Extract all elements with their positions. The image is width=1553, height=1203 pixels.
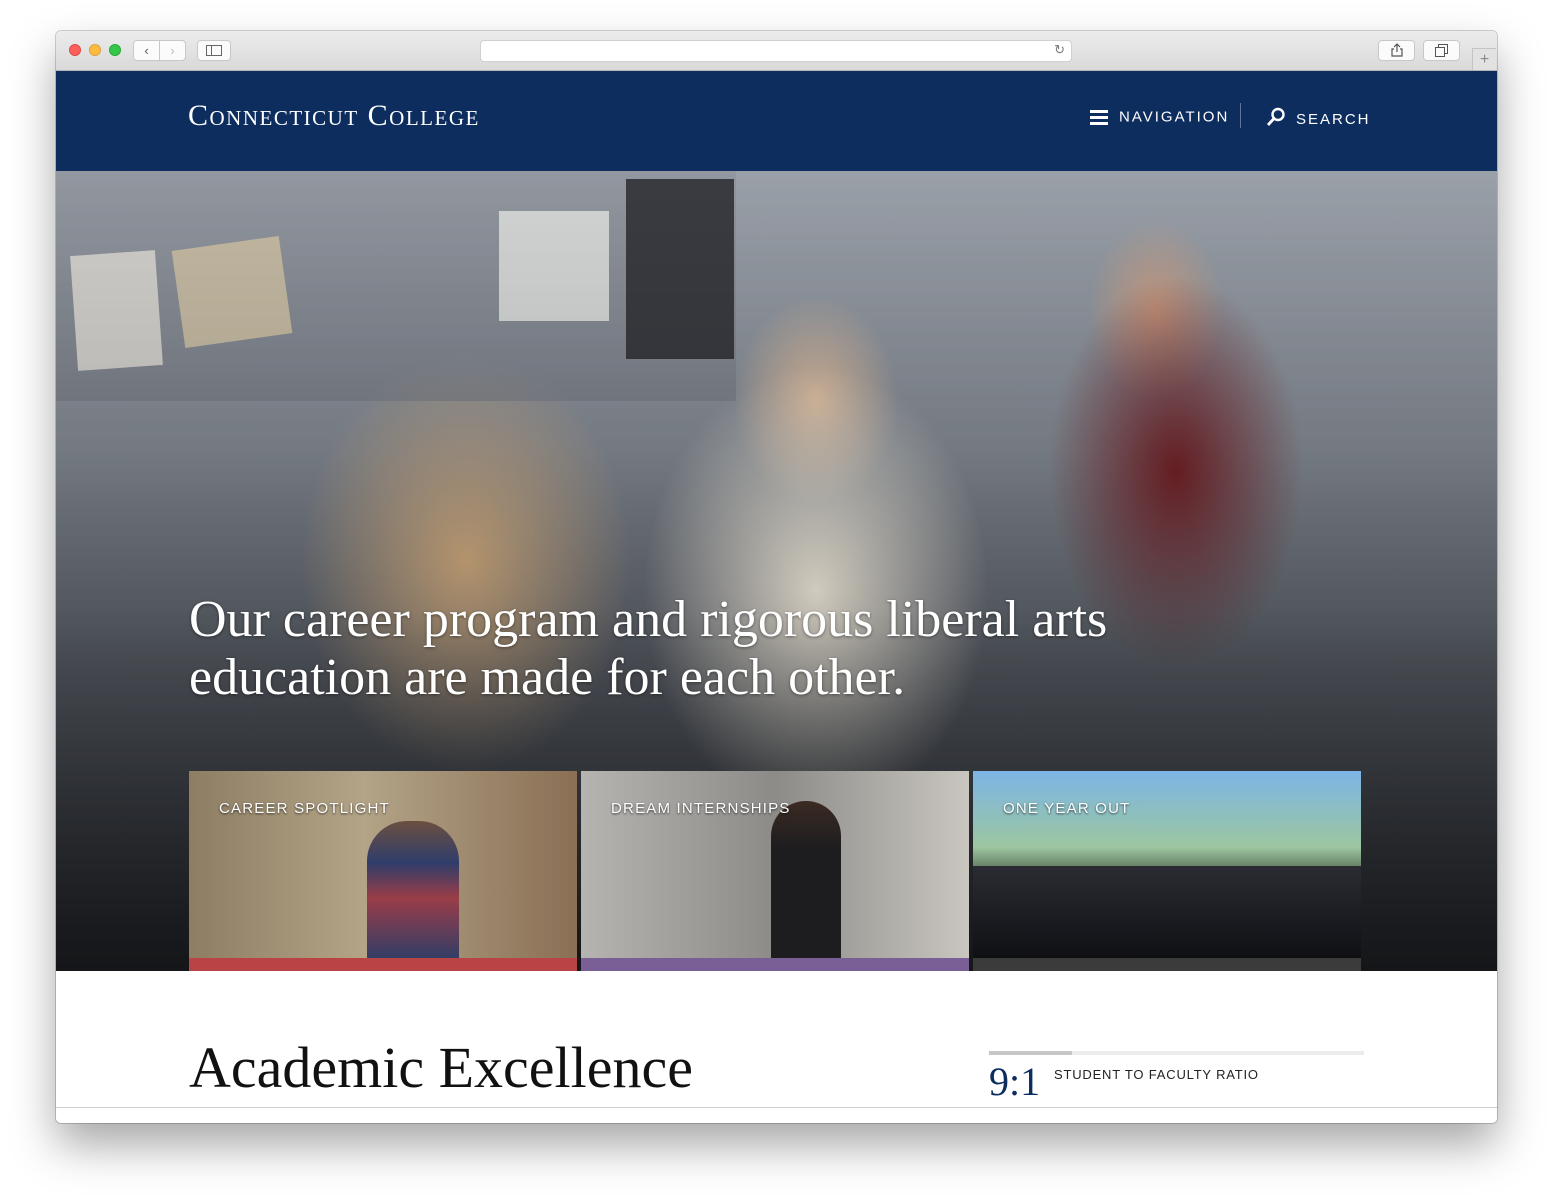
new-tab-button[interactable]: + <box>1472 48 1496 70</box>
close-window-button[interactable] <box>69 44 81 56</box>
card-label: Career Spotlight <box>219 800 390 817</box>
hamburger-icon <box>1090 107 1108 128</box>
stat-label: STUDENT TO FACULTY RATIO <box>1054 1067 1259 1082</box>
card-label: One Year Out <box>1003 800 1131 817</box>
card-color-bar <box>189 958 577 971</box>
sidebar-icon <box>206 45 222 56</box>
one-year-out-card[interactable]: One Year Out <box>973 771 1361 971</box>
hero-headline-line1: Our career program and rigorous liberal … <box>189 591 1108 648</box>
browser-window: ‹ › ↻ + Connecticut College NAVIGATION S… <box>56 31 1497 1123</box>
card-color-bar <box>973 958 1361 971</box>
navigation-menu-button[interactable]: NAVIGATION <box>1090 107 1229 128</box>
share-icon <box>1390 43 1403 57</box>
hero-headline-line2: education are made for each other. <box>189 649 906 706</box>
search-icon <box>1266 107 1285 126</box>
dream-internships-card[interactable]: Dream Internships <box>581 771 969 971</box>
search-label: SEARCH <box>1296 111 1371 128</box>
share-button[interactable] <box>1378 40 1415 61</box>
career-spotlight-card[interactable]: Career Spotlight <box>189 771 577 971</box>
reload-icon[interactable]: ↻ <box>1054 42 1065 58</box>
header-divider <box>1240 103 1241 128</box>
show-tabs-button[interactable] <box>1423 40 1460 61</box>
window-bottom-edge <box>56 1107 1497 1123</box>
forward-button[interactable]: › <box>159 40 186 61</box>
graduation-photo <box>973 866 1361 958</box>
back-button[interactable]: ‹ <box>133 40 160 61</box>
stat-progress-track <box>989 1051 1364 1055</box>
card-label: Dream Internships <box>611 800 791 817</box>
intern-photo <box>771 801 841 961</box>
search-button[interactable]: SEARCH <box>1266 107 1371 128</box>
college-logo[interactable]: Connecticut College <box>188 99 480 133</box>
navigation-label: NAVIGATION <box>1119 108 1230 126</box>
section-heading: Academic Excellence <box>189 1035 693 1100</box>
stat-value: 9:1 <box>989 1059 1041 1104</box>
site-header: Connecticut College NAVIGATION SEARCH <box>56 71 1497 171</box>
hero-section: Our career program and rigorous liberal … <box>56 171 1497 971</box>
zoom-window-button[interactable] <box>109 44 121 56</box>
address-bar[interactable]: ↻ <box>480 40 1072 62</box>
hero-headline: Our career program and rigorous liberal … <box>189 591 1289 707</box>
tabs-icon <box>1435 44 1448 57</box>
minimize-window-button[interactable] <box>89 44 101 56</box>
sidebar-toggle-button[interactable] <box>197 40 231 61</box>
stat-progress-fill <box>989 1051 1072 1055</box>
student-photo <box>367 821 459 961</box>
browser-toolbar: ‹ › ↻ + <box>56 31 1497 71</box>
card-color-bar <box>581 958 969 971</box>
